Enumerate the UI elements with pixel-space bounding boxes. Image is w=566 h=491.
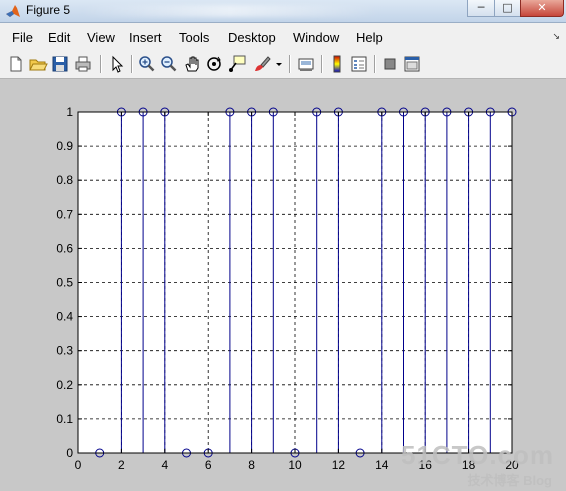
menu-insert[interactable]: Insert (129, 30, 162, 45)
y-tick-label: 0.4 (56, 310, 73, 324)
open-file-icon[interactable] (28, 54, 48, 74)
y-tick-label: 0.5 (56, 276, 73, 290)
zoom-out-icon[interactable] (159, 54, 179, 74)
menu-tools[interactable]: Tools (179, 30, 209, 45)
x-tick-label: 10 (288, 458, 302, 472)
insert-legend-icon[interactable] (349, 54, 369, 74)
x-tick-label: 12 (332, 458, 346, 472)
y-tick-label: 1 (66, 105, 73, 119)
x-tick-label: 14 (375, 458, 389, 472)
title-bar-blur (80, 5, 380, 17)
stem-plot[interactable]: 00.10.20.30.40.50.60.70.80.910 2 4 6 8 10 12 14… (0, 79, 566, 491)
watermark: 51CTO.com 技术博客 Blog (400, 440, 554, 488)
brush-dropdown-icon[interactable] (274, 54, 284, 74)
new-figure-icon[interactable] (6, 54, 26, 74)
data-cursor-icon[interactable] (227, 54, 247, 74)
maximize-button[interactable]: □ (494, 0, 521, 17)
toolbar-separator (321, 55, 323, 73)
zoom-in-icon[interactable] (137, 54, 157, 74)
menu-file[interactable]: File (12, 30, 33, 45)
y-tick-label: 0.6 (56, 241, 73, 255)
show-plot-tools-icon[interactable] (402, 54, 422, 74)
brush-icon[interactable] (252, 54, 272, 74)
y-tick-label: 0.7 (56, 207, 73, 221)
print-icon[interactable] (73, 54, 93, 74)
menu-window[interactable]: Window (293, 30, 339, 45)
toolbar-separator (131, 55, 133, 73)
y-tick-label: 0.1 (56, 412, 73, 426)
y-tick-label: 0.8 (56, 173, 73, 187)
watermark-sub: 技术博客 Blog (467, 473, 553, 488)
hide-plot-tools-icon[interactable] (380, 54, 400, 74)
toolbar-separator (289, 55, 291, 73)
x-tick-label: 8 (248, 458, 255, 472)
rotate-3d-icon[interactable] (204, 54, 224, 74)
y-tick-label: 0 (66, 446, 73, 460)
y-tick-label: 0.2 (56, 378, 73, 392)
y-tick-label: 0.9 (56, 139, 73, 153)
window-title: Figure 5 (26, 3, 71, 17)
figure-canvas[interactable]: 0 0.1 0.2 0.3 0.4 0.5 0.6 0.7 0.8 0.9 1 0 2 4 6 8 10 12 14… (0, 79, 566, 491)
matlab-logo-icon (6, 5, 20, 17)
menu-help[interactable]: Help (356, 30, 383, 45)
edit-plot-arrow-icon[interactable] (107, 54, 127, 74)
x-tick-label: 2 (118, 458, 125, 472)
watermark-main: 51CTO.com (400, 440, 554, 470)
figure-toolbar (0, 50, 566, 79)
window-title-bar[interactable]: Figure 5 ─ □ ✕ (0, 0, 566, 23)
close-button[interactable]: ✕ (520, 0, 564, 17)
x-tick-label: 6 (205, 458, 212, 472)
insert-colorbar-icon[interactable] (327, 54, 347, 74)
minimize-button[interactable]: ─ (467, 0, 495, 17)
pan-hand-icon[interactable] (182, 54, 202, 74)
link-plot-icon[interactable] (296, 54, 316, 74)
save-icon[interactable] (50, 54, 70, 74)
menu-view[interactable]: View (87, 30, 115, 45)
y-tick-label: 0.3 (56, 344, 73, 358)
menu-desktop[interactable]: Desktop (228, 30, 276, 45)
x-tick-label: 0 (75, 458, 82, 472)
dock-figure-icon[interactable]: ↘ (552, 32, 560, 42)
toolbar-separator (100, 55, 102, 73)
toolbar-separator (374, 55, 376, 73)
menu-edit[interactable]: Edit (48, 30, 70, 45)
x-tick-label: 4 (161, 458, 168, 472)
menu-bar: File Edit View Insert Tools Desktop Wind… (0, 23, 566, 50)
